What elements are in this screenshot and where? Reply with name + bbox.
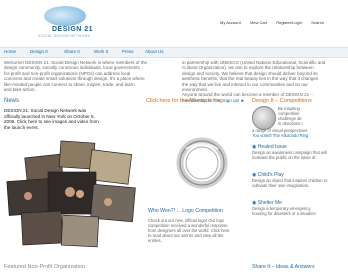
news-heading: News [4, 98, 20, 104]
logo-globe-icon[interactable] [44, 6, 86, 26]
logo-tagline: SOCIAL DESIGN NETWORK [38, 34, 91, 38]
item-line: cultivate their own imagination. [252, 183, 310, 188]
intro-left: Welcome! DESIGN 21: Social Design Networ… [4, 60, 172, 92]
intro-right: in partnership with UNESCO (United Natio… [182, 60, 348, 103]
design-it-competitions-heading[interactable]: Design It – Competitions [252, 98, 312, 104]
top-links: My Account View Cart Register/Login Sear… [220, 20, 332, 25]
intro-line: and take action. [4, 87, 36, 93]
nav-press[interactable]: Press [122, 49, 134, 54]
competition-ring-thumbnail[interactable] [252, 106, 276, 130]
logo-competition-body: Check out our new, official logo! Our lo… [148, 218, 248, 243]
nav-about-us[interactable]: About Us [145, 49, 164, 54]
nav-home[interactable]: Home [4, 49, 16, 54]
item-line: housing for disasters or a situation [252, 211, 316, 216]
allurondo-vote-link[interactable]: You voted! The Allurondo Ring [252, 133, 348, 138]
nav-share-it[interactable]: Share It [64, 49, 80, 54]
design-it-line: in directions t [278, 121, 303, 126]
logo-competition-heading[interactable]: Who Won?! ... Logo Competition [148, 208, 223, 214]
competition-item: ◉ Healed Issue Design an awareness campa… [252, 144, 348, 160]
allurondo-ring-image[interactable] [172, 133, 232, 193]
ring-icon [176, 137, 228, 189]
allurondo-ring-link[interactable]: Click here for the Allurondo ring [146, 98, 223, 104]
logo-text[interactable]: DESIGN 21 [52, 26, 93, 33]
main-nav: Home Design It Share It Work It Press Ab… [0, 47, 348, 58]
competition-item: ◉ Child's Play Design an object that ins… [252, 172, 348, 188]
featured-npo-heading: Featured Non-Profit Organization [4, 264, 86, 270]
view-cart-link[interactable]: View Cart [250, 20, 267, 25]
design-it-tail: a range of visual perspectives You voted… [252, 128, 348, 138]
nav-design-it[interactable]: Design It [30, 49, 48, 54]
share-it-heading[interactable]: Share It – Ideas & Answers [252, 264, 315, 270]
launch-photo-collage[interactable] [4, 136, 140, 256]
my-account-link[interactable]: My Account [220, 20, 241, 25]
news-line: the launch event. [4, 124, 39, 130]
register-login-link[interactable]: Register/Login [276, 20, 302, 25]
nav-work-it[interactable]: Work It [94, 49, 108, 54]
photo-collage-graphic [6, 140, 136, 248]
search-link[interactable]: Search [311, 20, 324, 25]
design-it-text: Be inspiring competition challenge de in… [278, 106, 348, 126]
news-body: DESIGN 21: Social Design Network was off… [4, 108, 142, 130]
competition-item: ◉ Shelter Me Design a temporary emergenc… [252, 200, 348, 216]
item-line: motivate the public on the issue of. [252, 155, 317, 160]
competition-line: entries. [148, 238, 162, 243]
